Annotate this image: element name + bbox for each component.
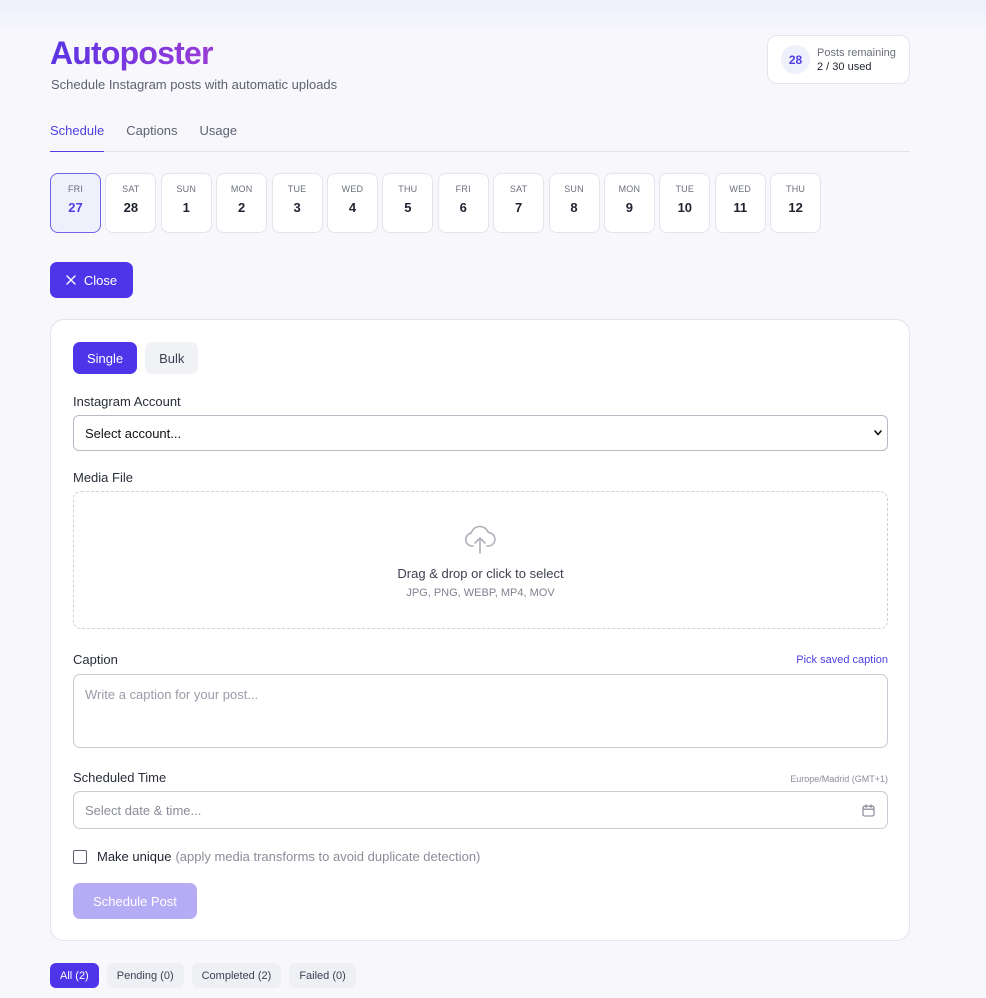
day-number: 9 (625, 200, 634, 215)
day-item[interactable]: SUN 1 (160, 173, 212, 233)
posts-remaining-card: 28 Posts remaining 2 / 30 used (767, 35, 910, 84)
day-item[interactable]: MON 9 (603, 173, 655, 233)
posts-remaining-count: 28 (781, 45, 810, 74)
account-select-value: Select account... (85, 425, 182, 441)
posts-remaining-text: Posts remaining 2 / 30 used (817, 46, 896, 74)
close-button-label: Close (83, 272, 118, 288)
day-name: THU (398, 184, 418, 194)
scheduled-time-placeholder: Select date & time... (85, 802, 202, 818)
day-number: 2 (238, 200, 246, 215)
calendar-icon (862, 804, 875, 817)
tab-usage[interactable]: Usage (200, 118, 238, 152)
scheduled-time-input[interactable]: Select date & time... (73, 791, 888, 829)
day-name: WED (729, 184, 751, 194)
cloud-upload-icon (465, 525, 496, 554)
chevron-down-icon (874, 430, 882, 436)
day-item[interactable]: MON 2 (216, 173, 268, 233)
day-number: 27 (68, 200, 83, 215)
timezone-label: Europe/Madrid (GMT+1) (790, 774, 888, 784)
schedule-post-form: Single Bulk Instagram Account Select acc… (50, 319, 910, 941)
tab-captions[interactable]: Captions (126, 118, 177, 152)
make-unique-checkbox[interactable] (73, 849, 87, 864)
day-item[interactable]: TUE 3 (271, 173, 323, 233)
dropzone-title: Drag & drop or click to select (397, 566, 564, 581)
filter-all[interactable]: All (2) (50, 963, 99, 988)
day-number: 6 (459, 200, 467, 215)
day-item[interactable]: SUN 8 (548, 173, 600, 233)
day-number: 4 (348, 200, 357, 215)
day-item[interactable]: SAT 7 (493, 173, 545, 233)
day-name: MON (230, 184, 253, 194)
app-title: Autoposter (50, 35, 213, 71)
day-name: SUN (176, 184, 197, 194)
mode-toggle: Single Bulk (73, 342, 199, 374)
day-item[interactable]: SAT 28 (105, 173, 157, 233)
day-number: 12 (788, 200, 803, 215)
day-name: WED (341, 184, 364, 194)
make-unique-label: Make unique (97, 849, 172, 864)
status-filters: All (2) Pending (0) Completed (2) Failed… (50, 963, 356, 988)
close-button[interactable]: Close (50, 262, 133, 298)
day-name: SAT (509, 184, 528, 194)
scheduled-time-label: Scheduled Time (73, 770, 167, 785)
filter-pending[interactable]: Pending (0) (106, 963, 184, 988)
day-name: SAT (122, 184, 140, 194)
mode-single-button[interactable]: Single (73, 342, 138, 374)
pick-saved-caption-link[interactable]: Pick saved caption (796, 654, 888, 666)
day-name: TUE (287, 184, 307, 194)
day-number: 3 (293, 200, 301, 215)
day-item[interactable]: FRI 27 (50, 173, 101, 233)
posts-remaining-label: Posts remaining (817, 46, 896, 59)
account-select[interactable]: Select account... (73, 415, 888, 451)
caption-label: Caption (73, 652, 118, 667)
posts-used-count: 2 / 30 used (817, 60, 872, 73)
day-name: FRI (67, 184, 84, 194)
day-item[interactable]: THU 5 (382, 173, 434, 233)
caption-input[interactable] (73, 674, 888, 748)
media-dropzone[interactable]: Drag & drop or click to select JPG, PNG,… (73, 491, 888, 629)
day-item[interactable]: TUE 10 (659, 173, 711, 233)
day-number: 10 (677, 200, 693, 215)
make-unique-row: Make unique (apply media transforms to a… (73, 849, 480, 864)
day-item[interactable]: WED 4 (326, 173, 378, 233)
account-label: Instagram Account (73, 394, 181, 409)
day-item[interactable]: FRI 6 (437, 173, 489, 233)
day-number: 11 (733, 200, 748, 215)
filter-completed[interactable]: Completed (2) (191, 963, 282, 988)
day-name: TUE (675, 184, 695, 194)
day-number: 28 (123, 200, 139, 215)
media-label: Media File (73, 470, 133, 485)
make-unique-hint: (apply media transforms to avoid duplica… (175, 849, 481, 864)
close-icon (66, 275, 76, 285)
app-subtitle: Schedule Instagram posts with automatic … (51, 77, 338, 92)
schedule-post-button[interactable]: Schedule Post (73, 883, 197, 919)
day-item[interactable]: WED 11 (714, 173, 766, 233)
day-number: 7 (515, 200, 523, 215)
day-number: 5 (404, 200, 412, 215)
day-number: 8 (570, 200, 578, 215)
day-item[interactable]: THU 12 (770, 173, 822, 233)
dropzone-formats: JPG, PNG, WEBP, MP4, MOV (406, 587, 555, 599)
day-name: MON (618, 184, 641, 194)
day-name: THU (786, 184, 806, 194)
day-name: FRI (455, 184, 471, 194)
filter-failed[interactable]: Failed (0) (289, 963, 356, 988)
main-tabs: Schedule Captions Usage (50, 118, 910, 152)
mode-bulk-button[interactable]: Bulk (145, 342, 199, 374)
day-picker: FRI 27 SAT 28 SUN 1 MON 2 TUE 3 WED 4 THU 5 FRI… (50, 173, 825, 233)
day-number: 1 (182, 200, 190, 215)
tab-schedule[interactable]: Schedule (50, 118, 105, 152)
day-name: SUN (564, 184, 584, 194)
